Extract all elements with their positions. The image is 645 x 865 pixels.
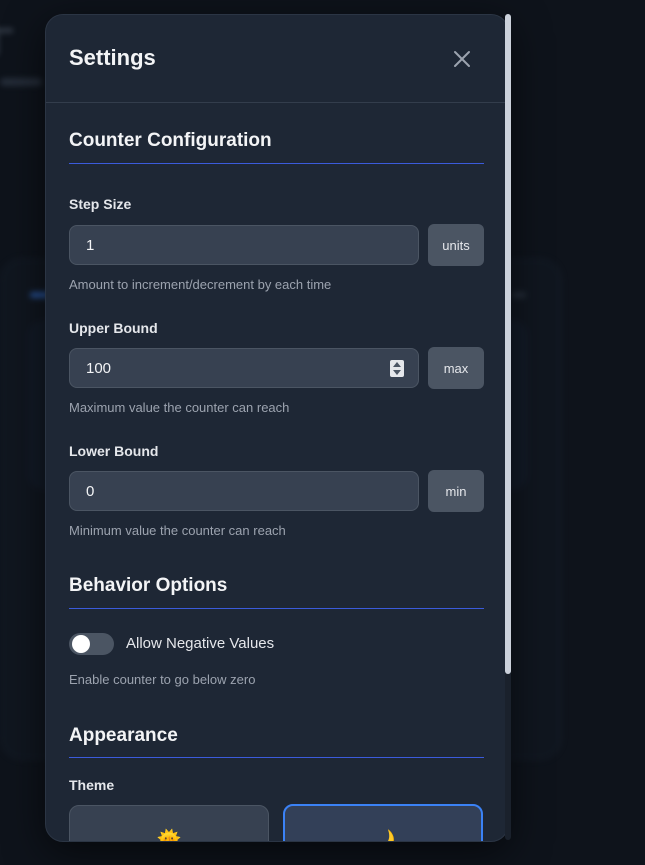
step-size-value: 1 — [86, 236, 95, 254]
upper-bound-unit-badge: max — [428, 347, 484, 389]
close-icon — [454, 51, 470, 67]
scrollbar-thumb[interactable] — [505, 14, 511, 674]
modal-scrollbar[interactable] — [505, 14, 511, 840]
theme-option-light[interactable]: 🌞 — [69, 805, 269, 842]
section-divider — [69, 163, 484, 164]
sun-icon: 🌞 — [156, 830, 182, 842]
section-divider — [69, 757, 484, 758]
lower-bound-help: Minimum value the counter can reach — [69, 523, 286, 538]
upper-bound-value: 100 — [86, 359, 112, 377]
step-size-help: Amount to increment/decrement by each ti… — [69, 277, 332, 292]
theme-label: Theme — [69, 777, 115, 793]
moon-icon: 🌙 — [370, 830, 396, 842]
lower-bound-input[interactable]: 0 — [69, 471, 419, 511]
section-divider — [69, 608, 484, 609]
section-title-behavior-options: Behavior Options — [69, 575, 228, 596]
background-chip — [512, 292, 526, 298]
allow-negative-toggle[interactable] — [69, 633, 114, 655]
section-title-counter-configuration: Counter Configuration — [69, 130, 272, 151]
upper-bound-help: Maximum value the counter can reach — [69, 400, 290, 415]
step-size-input[interactable]: 1 — [69, 225, 419, 265]
lower-bound-label: Lower Bound — [69, 443, 159, 459]
number-spinner-icon[interactable] — [390, 360, 404, 377]
upper-bound-input[interactable]: 100 — [69, 348, 419, 388]
step-size-label: Step Size — [69, 196, 132, 212]
theme-option-dark[interactable]: 🌙 — [283, 804, 483, 842]
allow-negative-label: Allow Negative Values — [126, 635, 275, 652]
lower-bound-value: 0 — [86, 482, 95, 500]
modal-title: Settings — [69, 45, 156, 70]
background-subtitle — [0, 78, 42, 86]
step-size-unit-badge: units — [428, 224, 484, 266]
upper-bound-label: Upper Bound — [69, 320, 158, 336]
close-button[interactable] — [448, 45, 476, 73]
background-logo — [0, 28, 13, 55]
lower-bound-unit-badge: min — [428, 470, 484, 512]
toggle-knob — [72, 635, 90, 653]
section-title-appearance: Appearance — [69, 725, 178, 746]
modal-header: Settings — [46, 15, 508, 103]
allow-negative-help: Enable counter to go below zero — [69, 672, 256, 687]
settings-modal: Settings Counter Configuration Step Size… — [45, 14, 509, 842]
